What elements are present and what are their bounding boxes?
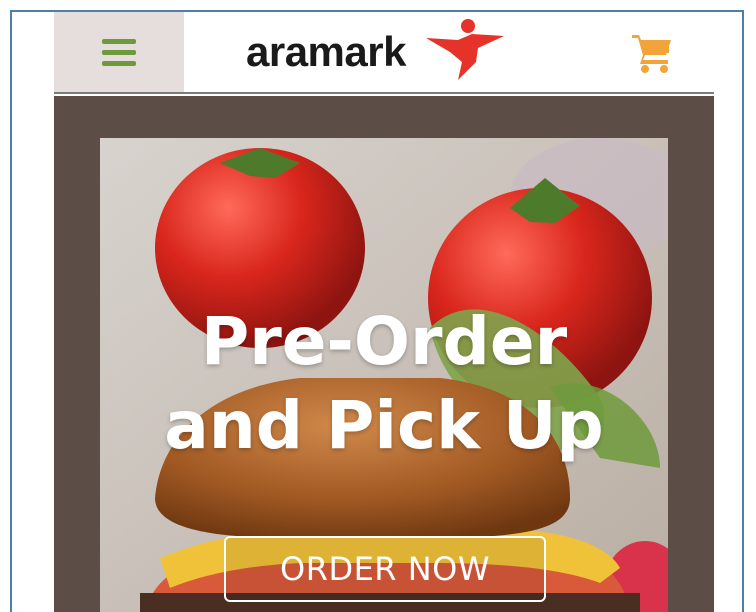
app-frame: aramark Pre-Order and Pick Up ORDER NOW	[10, 10, 744, 612]
hero-title-line1: Pre-Order	[200, 303, 568, 380]
aramark-logo[interactable]: aramark	[246, 19, 506, 84]
hero-banner: Pre-Order and Pick Up ORDER NOW	[100, 138, 668, 612]
menu-button[interactable]	[54, 12, 184, 92]
header: aramark	[54, 12, 714, 94]
logo-text: aramark	[246, 28, 406, 75]
hamburger-icon	[102, 39, 136, 66]
hero-title: Pre-Order and Pick Up	[100, 300, 668, 468]
cart-button[interactable]	[630, 30, 674, 74]
order-now-button[interactable]: ORDER NOW	[224, 536, 546, 602]
shopping-cart-icon	[632, 35, 671, 73]
star-person-icon	[426, 19, 504, 80]
hero-section: Pre-Order and Pick Up ORDER NOW	[54, 96, 714, 612]
hero-title-line2: and Pick Up	[164, 387, 604, 464]
